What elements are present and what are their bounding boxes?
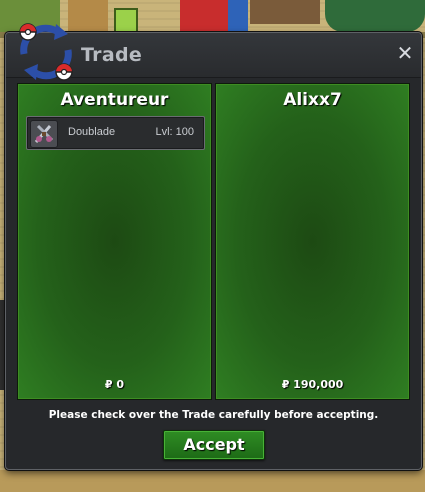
world-door [228,0,248,32]
item-level: Lvl: 100 [155,126,194,138]
my-money-offer: ₽ 0 [104,378,125,391]
partner-player-name: Alixx7 [283,90,342,110]
trade-window: Trade ✕ Aventureur Doublade Lvl: 100 ₽ 0… [5,23,422,470]
window-title: Trade [81,44,143,66]
doublade-sprite-icon [30,120,58,148]
partner-offer-panel: Alixx7 ₽ 190,000 [215,83,410,400]
trade-item-slot[interactable]: Doublade Lvl: 100 [26,116,205,150]
close-button[interactable]: ✕ [395,43,415,63]
partner-money-offer: ₽ 190,000 [281,378,344,391]
item-name: Doublade [68,126,116,138]
world-ground [0,470,425,492]
my-offer-panel: Aventureur Doublade Lvl: 100 ₽ 0 [17,83,212,400]
accept-button[interactable]: Accept [163,430,265,460]
trade-arrows-icon [19,23,73,81]
my-player-name: Aventureur [60,90,169,110]
trade-notice: Please check over the Trade carefully be… [48,409,379,421]
world-trees [325,0,425,32]
world-tile [250,0,320,24]
